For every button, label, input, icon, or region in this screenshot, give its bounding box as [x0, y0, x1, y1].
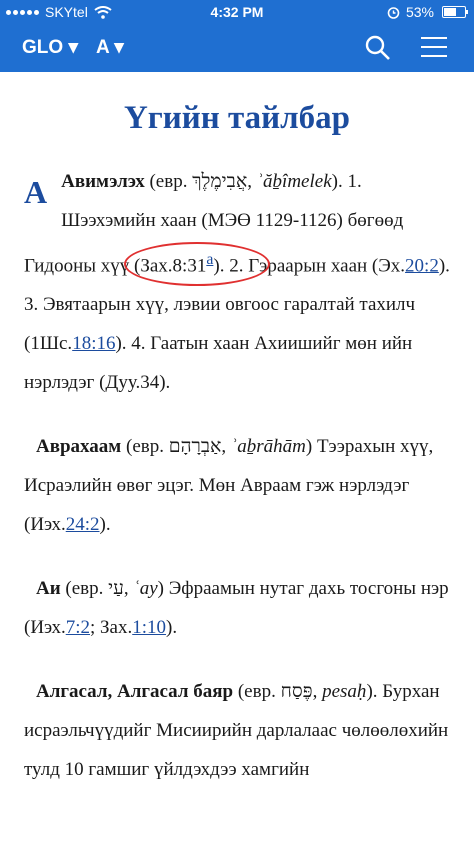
- letter-dropdown[interactable]: A ▾: [96, 36, 124, 59]
- nav-bar: GLO ▾ A ▾: [0, 24, 474, 72]
- hebrew-word: עַי: [108, 578, 124, 600]
- entry-text: ,: [123, 578, 134, 600]
- transliteration: ʾaḇrāhām: [230, 436, 306, 458]
- transliteration: ʿay: [133, 578, 158, 600]
- verse-link[interactable]: 7:2: [66, 617, 90, 638]
- hebrew-word: פֶּסַח: [280, 681, 313, 703]
- red-circle-annotation: [124, 242, 271, 286]
- verse-link[interactable]: 18:16: [72, 333, 115, 354]
- entry-text: (евр.: [233, 681, 281, 703]
- entry-text: (евр.: [60, 578, 109, 600]
- entry-term: Аи: [36, 578, 61, 600]
- verse-link[interactable]: 20:2: [405, 255, 439, 276]
- drop-cap: A: [24, 174, 48, 210]
- status-right: 53%: [387, 4, 468, 20]
- verse-link[interactable]: 24:2: [66, 514, 100, 535]
- nav-selectors: GLO ▾ A ▾: [22, 36, 124, 59]
- entry-text: ).: [99, 514, 111, 536]
- transliteration: pesaḥ: [322, 681, 367, 703]
- glossary-content: A Авимэлэх (евр. אֲבִימֶלֶךְ, ʾăḇîmelek)…: [24, 162, 454, 814]
- entry-term: Авимэлэх: [61, 171, 145, 192]
- battery-percent: 53%: [405, 4, 434, 20]
- glossary-entry-abraham: Аврахаам (евр. אַבְרָהָם, ʾaḇrāhām) Тээр…: [24, 427, 454, 544]
- battery-icon: [442, 6, 468, 18]
- search-icon[interactable]: [363, 33, 393, 63]
- entry-text: (евр.: [121, 436, 169, 458]
- entry-term: Алгасал, Алгасал баяр: [36, 681, 234, 703]
- hamburger-menu-icon[interactable]: [421, 37, 447, 57]
- status-bar: SKYtel 4:32 PM 53%: [0, 0, 474, 24]
- entry-text: ,: [312, 681, 323, 703]
- verse-link[interactable]: 1:10: [132, 617, 166, 638]
- entry-term: Аврахаам: [36, 436, 122, 458]
- glossary-entry-ai: Аи (евр. עַי, ʿay) Эфраамын нутаг дахь т…: [24, 569, 454, 647]
- glo-dropdown[interactable]: GLO ▾: [22, 36, 78, 59]
- entry-text: (евр.: [144, 171, 193, 192]
- entry-text: ).: [166, 617, 178, 639]
- entry-text: ,: [221, 436, 231, 458]
- alarm-icon: [387, 6, 400, 19]
- hebrew-word: אַבְרָהָם: [168, 436, 222, 458]
- glossary-entry-abimelech: A Авимэлэх (евр. אֲבִימֶלֶךְ, ʾăḇîmelek)…: [24, 162, 454, 402]
- highlighted-reference: (Зах.8:31a: [124, 240, 271, 286]
- transliteration: ʾăḇîmelek: [256, 171, 332, 192]
- glossary-entry-passover: Алгасал, Алгасал баяр (евр. פֶּסַח, pesa…: [24, 672, 454, 789]
- entry-text: ; Зах.: [90, 617, 133, 639]
- page-title: Үгийн тайлбар: [123, 100, 351, 136]
- hebrew-word: אֲבִימֶלֶךְ: [192, 171, 248, 192]
- entry-text: ,: [247, 171, 257, 192]
